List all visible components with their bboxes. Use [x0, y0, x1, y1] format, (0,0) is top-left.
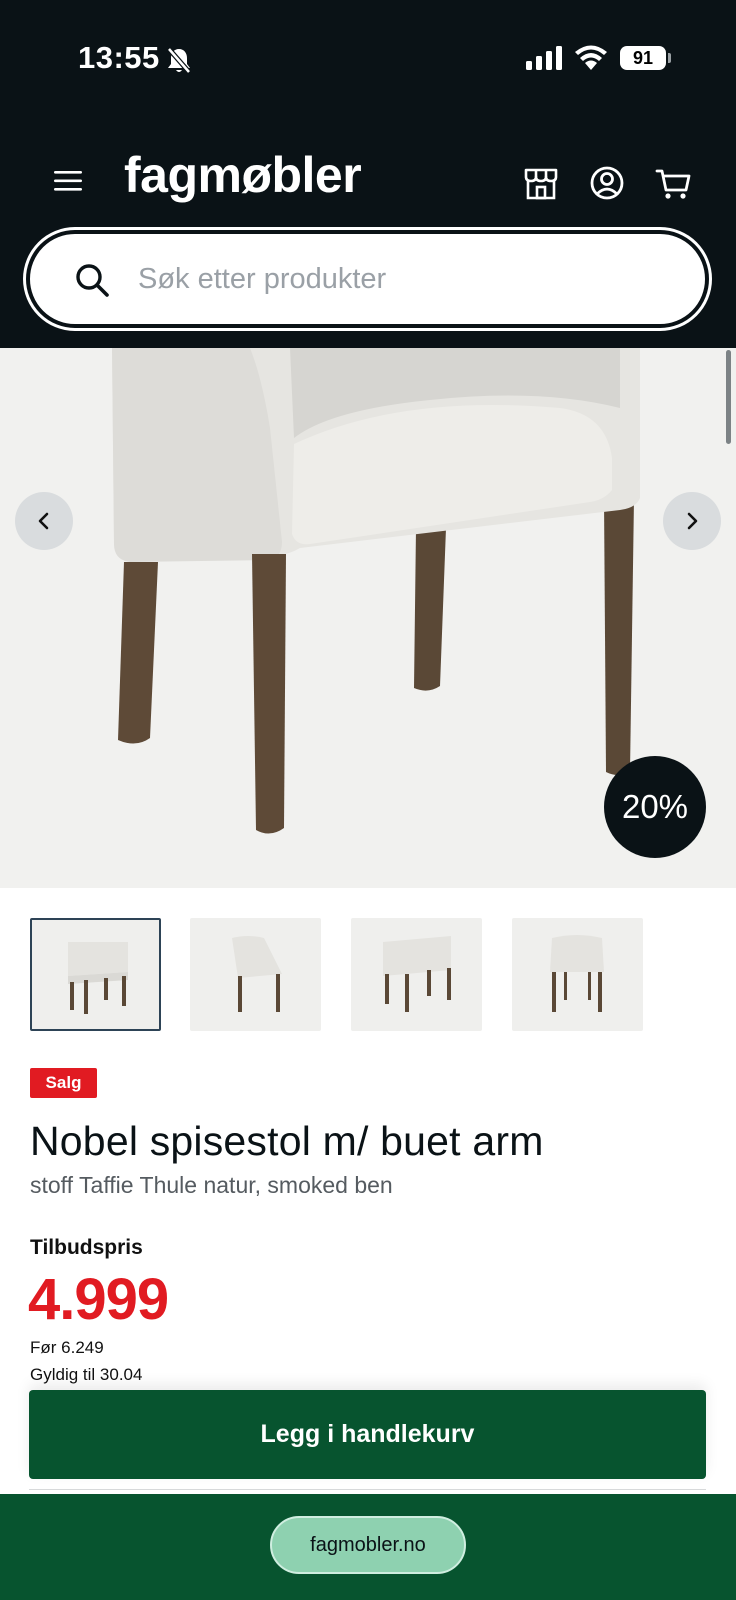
- browser-bottom-bar: fagmobler.no: [0, 1494, 736, 1600]
- chevron-left-icon: [38, 512, 49, 530]
- account-icon[interactable]: [588, 164, 626, 202]
- carousel-next-button[interactable]: [663, 492, 721, 550]
- thumbnail-3[interactable]: [351, 918, 482, 1031]
- thumbnail-4[interactable]: [512, 918, 643, 1031]
- status-time: 13:55: [78, 40, 160, 75]
- product-title: Nobel spisestol m/ buet arm: [30, 1118, 544, 1164]
- chevron-right-icon: [687, 512, 698, 530]
- product-image-carousel[interactable]: 20%: [0, 348, 736, 888]
- sale-price: 4.999: [28, 1267, 169, 1332]
- divider: [29, 1489, 706, 1490]
- thumbnail-1[interactable]: [30, 918, 161, 1031]
- search-bar[interactable]: [26, 230, 709, 328]
- previous-price: Før 6.249: [30, 1338, 104, 1357]
- signal-icon: [526, 46, 562, 70]
- search-icon: [76, 264, 109, 297]
- sale-badge: Salg: [30, 1068, 97, 1098]
- thumbnail-strip: [30, 918, 710, 1032]
- valid-until: Gyldig til 30.04: [30, 1365, 143, 1384]
- add-to-cart-button[interactable]: Legg i handlekurv: [29, 1390, 706, 1479]
- discount-badge: 20%: [604, 756, 706, 858]
- carousel-prev-button[interactable]: [15, 492, 73, 550]
- thumbnail-2[interactable]: [190, 918, 321, 1031]
- search-input[interactable]: [138, 258, 658, 300]
- price-label: Tilbudspris: [30, 1236, 143, 1259]
- app-header: 13:55 91 fagmøbler: [0, 0, 736, 348]
- wifi-icon: [575, 45, 607, 70]
- url-pill[interactable]: fagmobler.no: [270, 1516, 466, 1574]
- store-icon[interactable]: [522, 164, 560, 202]
- menu-icon[interactable]: [52, 166, 86, 196]
- bell-slash-icon: [167, 47, 191, 74]
- battery-indicator: 91: [620, 46, 666, 70]
- cart-icon[interactable]: [654, 164, 692, 202]
- page-scrollbar[interactable]: [726, 350, 731, 444]
- brand-logo[interactable]: fagmøbler: [124, 146, 362, 204]
- battery-cap: [668, 53, 671, 63]
- product-subtitle: stoff Taffie Thule natur, smoked ben: [30, 1172, 393, 1198]
